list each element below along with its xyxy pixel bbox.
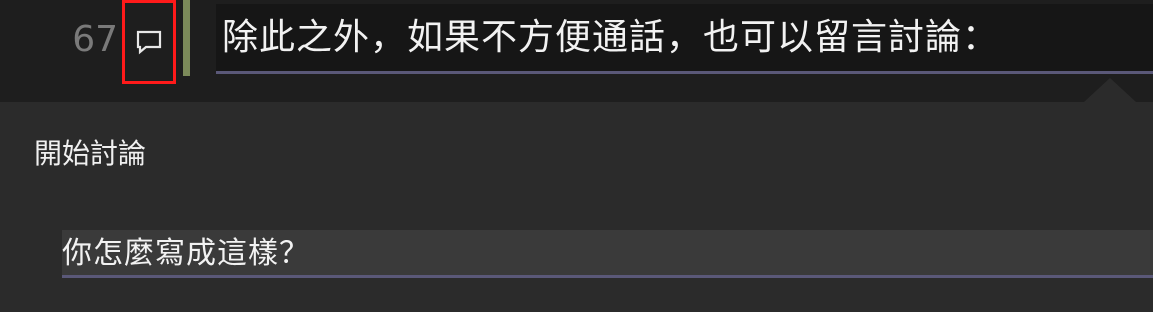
gutter-change-marker [183, 0, 190, 76]
line-number: 67 [72, 19, 118, 60]
line-text: 除此之外，如果不方便通話，也可以留言討論： [222, 17, 1000, 58]
line-text-container[interactable]: 除此之外，如果不方便通話，也可以留言討論： [216, 4, 1153, 74]
discussion-title: 開始討論 [34, 137, 147, 170]
add-comment-button[interactable] [122, 0, 176, 84]
popover-caret [1084, 78, 1136, 102]
comment-input[interactable]: 你怎麼寫成這樣？ [62, 230, 1153, 278]
comment-input-value: 你怎麼寫成這樣？ [62, 236, 310, 271]
editor-line-row: 67 除此之外，如果不方便通話，也可以留言討論： [0, 0, 1153, 108]
discussion-panel: 開始討論 你怎麼寫成這樣？ [0, 102, 1153, 312]
comment-icon [134, 27, 164, 57]
